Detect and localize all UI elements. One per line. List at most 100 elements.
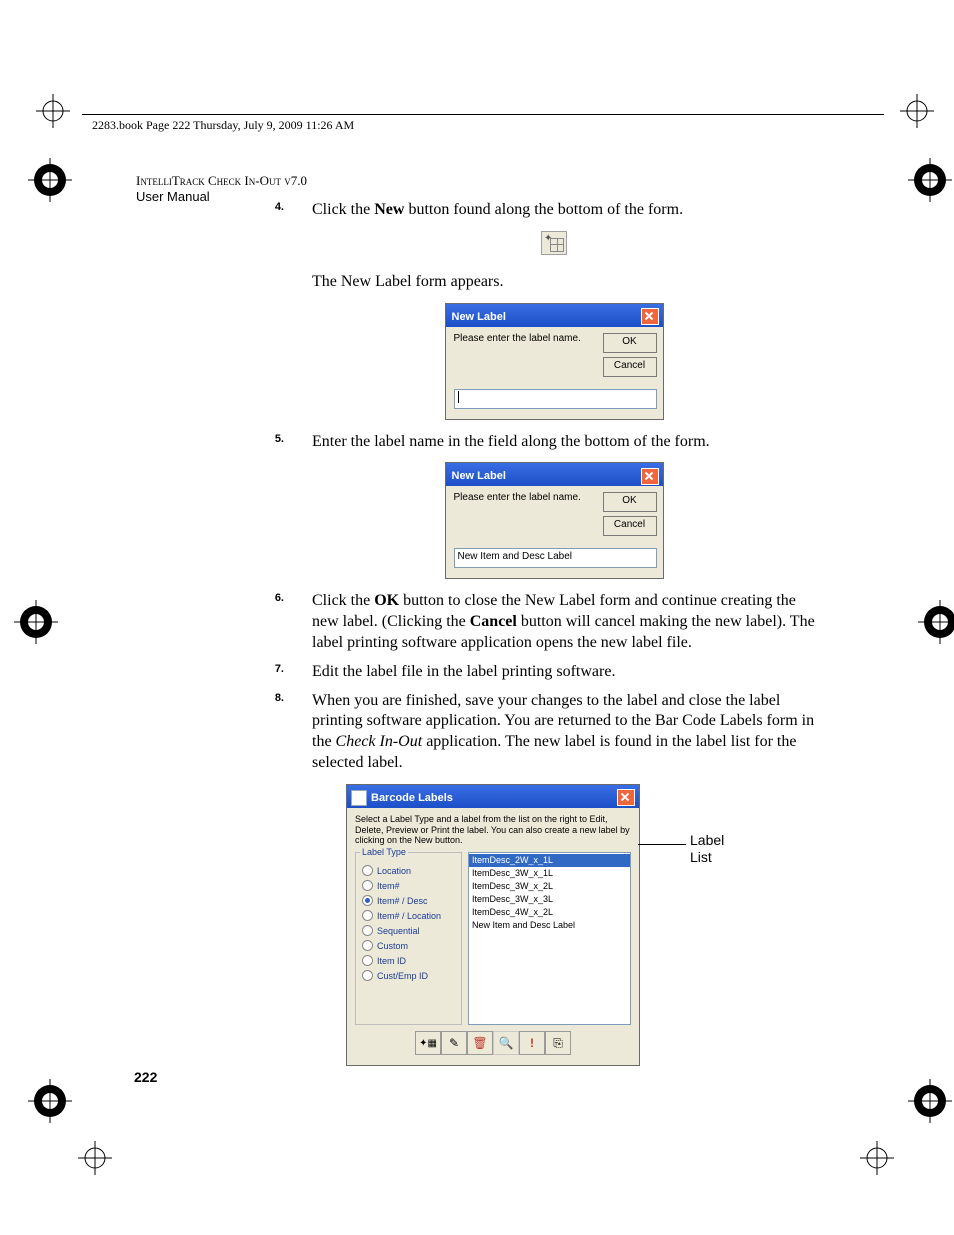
- dialog-title: New Label: [452, 470, 506, 482]
- print-icon[interactable]: !: [519, 1031, 545, 1055]
- new-label-dialog-filled: New Label Please enter the label name. O…: [445, 462, 664, 579]
- label-type-radio[interactable]: Item# / Desc: [362, 895, 457, 906]
- new-icon[interactable]: ✦▦: [415, 1031, 441, 1055]
- step-text: Click the: [312, 201, 374, 218]
- step-number: 5.: [270, 432, 284, 446]
- dialog-prompt: Please enter the label name.: [454, 492, 581, 536]
- radio-label: Location: [377, 866, 411, 876]
- radio-label: Item ID: [377, 956, 406, 966]
- cancel-button[interactable]: Cancel: [603, 516, 657, 536]
- alignment-mark: [28, 158, 62, 192]
- print-mark-icon: [860, 1141, 894, 1175]
- label-list-item[interactable]: ItemDesc_3W_x_3L: [469, 893, 630, 906]
- label-type-radio[interactable]: Item# / Location: [362, 910, 457, 921]
- step-8: 8. When you are finished, save your chan…: [286, 691, 822, 774]
- radio-label: Item# / Location: [377, 911, 441, 921]
- document-subtitle: User Manual: [136, 189, 210, 204]
- barcode-labels-window: Barcode Labels Select a Label Type and a…: [346, 784, 640, 1066]
- step-text-italic: Check In-Out: [336, 733, 423, 750]
- step-text-bold: New: [374, 201, 404, 218]
- print-mark-icon: [900, 94, 934, 128]
- step-6: 6. Click the OK button to close the New …: [286, 591, 822, 653]
- callout-line: [638, 844, 686, 845]
- step-text: Click the: [312, 592, 374, 609]
- dialog-title: New Label: [452, 311, 506, 323]
- label-name-input[interactable]: [454, 389, 657, 409]
- radio-label: Item# / Desc: [377, 896, 428, 906]
- label-type-radio[interactable]: Cust/Emp ID: [362, 970, 457, 981]
- step-7: 7. Edit the label file in the label prin…: [286, 662, 822, 683]
- label-type-radio[interactable]: Custom: [362, 940, 457, 951]
- alignment-mark: [28, 1079, 62, 1113]
- window-title-bar[interactable]: Barcode Labels: [347, 785, 639, 808]
- alignment-mark: [908, 158, 942, 192]
- radio-icon: [362, 970, 373, 981]
- window-toolbar: ✦▦ ✎ 🗑 🔍 ! ⎘: [355, 1025, 631, 1059]
- label-list-item[interactable]: ItemDesc_3W_x_2L: [469, 880, 630, 893]
- radio-icon: [362, 955, 373, 966]
- label-type-radio[interactable]: Location: [362, 865, 457, 876]
- ok-button[interactable]: OK: [603, 333, 657, 353]
- alignment-mark: [14, 600, 48, 634]
- document-title: IntelliTrack Check In-Out v7.0: [136, 173, 307, 189]
- close-icon[interactable]: [617, 789, 635, 806]
- step-text-bold: OK: [374, 592, 399, 609]
- close-icon[interactable]: [641, 468, 659, 485]
- print-mark-icon: [36, 94, 70, 128]
- window-instructions: Select a Label Type and a label from the…: [355, 814, 631, 846]
- label-type-radio[interactable]: Item ID: [362, 955, 457, 966]
- label-list-item[interactable]: ItemDesc_2W_x_1L: [469, 854, 630, 867]
- dialog-title-bar[interactable]: New Label: [446, 463, 663, 486]
- dialog-title-bar[interactable]: New Label: [446, 304, 663, 327]
- radio-icon: [362, 940, 373, 951]
- label-listbox[interactable]: ItemDesc_2W_x_1LItemDesc_3W_x_1LItemDesc…: [468, 852, 631, 1025]
- step-4: 4. Click the New button found along the …: [286, 200, 822, 221]
- label-type-radio[interactable]: Sequential: [362, 925, 457, 936]
- dialog-prompt: Please enter the label name.: [454, 333, 581, 377]
- step-text: Edit the label file in the label printin…: [312, 663, 615, 680]
- step-text: Enter the label name in the field along …: [312, 433, 710, 450]
- figure-new-button-icon: ✦: [286, 231, 822, 260]
- label-type-groupbox: Label Type LocationItem#Item# / DescItem…: [355, 852, 462, 1025]
- step-text-bold: Cancel: [470, 613, 517, 630]
- label-name-input[interactable]: New Item and Desc Label: [454, 548, 657, 568]
- app-icon: [351, 790, 367, 806]
- step-number: 8.: [270, 691, 284, 705]
- radio-label: Item#: [377, 881, 400, 891]
- label-type-radio[interactable]: Item#: [362, 880, 457, 891]
- preview-icon[interactable]: 🔍: [493, 1031, 519, 1055]
- delete-icon[interactable]: 🗑: [467, 1031, 493, 1055]
- radio-label: Sequential: [377, 926, 420, 936]
- close-icon[interactable]: [641, 308, 659, 325]
- step-5: 5. Enter the label name in the field alo…: [286, 432, 822, 453]
- alignment-mark: [918, 600, 952, 634]
- window-title: Barcode Labels: [371, 792, 453, 804]
- new-label-dialog: New Label Please enter the label name. O…: [445, 303, 664, 420]
- radio-icon: [362, 865, 373, 876]
- step-4-note: The New Label form appears.: [286, 272, 822, 293]
- label-list-item[interactable]: ItemDesc_4W_x_2L: [469, 906, 630, 919]
- radio-icon: [362, 925, 373, 936]
- radio-icon: [362, 880, 373, 891]
- alignment-mark: [908, 1079, 942, 1113]
- ok-button[interactable]: OK: [603, 492, 657, 512]
- step-number: 7.: [270, 662, 284, 676]
- exit-icon[interactable]: ⎘: [545, 1031, 571, 1055]
- radio-icon: [362, 895, 373, 906]
- radio-label: Cust/Emp ID: [377, 971, 428, 981]
- callout-label: Label List: [690, 832, 724, 866]
- edit-icon[interactable]: ✎: [441, 1031, 467, 1055]
- radio-icon: [362, 910, 373, 921]
- cancel-button[interactable]: Cancel: [603, 357, 657, 377]
- new-button-icon: ✦: [541, 231, 567, 255]
- print-mark-icon: [78, 1141, 112, 1175]
- running-header: 2283.book Page 222 Thursday, July 9, 200…: [92, 118, 354, 133]
- step-text: button found along the bottom of the for…: [404, 201, 683, 218]
- page-number: 222: [134, 1069, 157, 1085]
- radio-label: Custom: [377, 941, 408, 951]
- header-rule: [82, 114, 884, 115]
- label-list-item[interactable]: New Item and Desc Label: [469, 919, 630, 932]
- label-list-item[interactable]: ItemDesc_3W_x_1L: [469, 867, 630, 880]
- step-number: 6.: [270, 591, 284, 605]
- step-number: 4.: [270, 200, 284, 214]
